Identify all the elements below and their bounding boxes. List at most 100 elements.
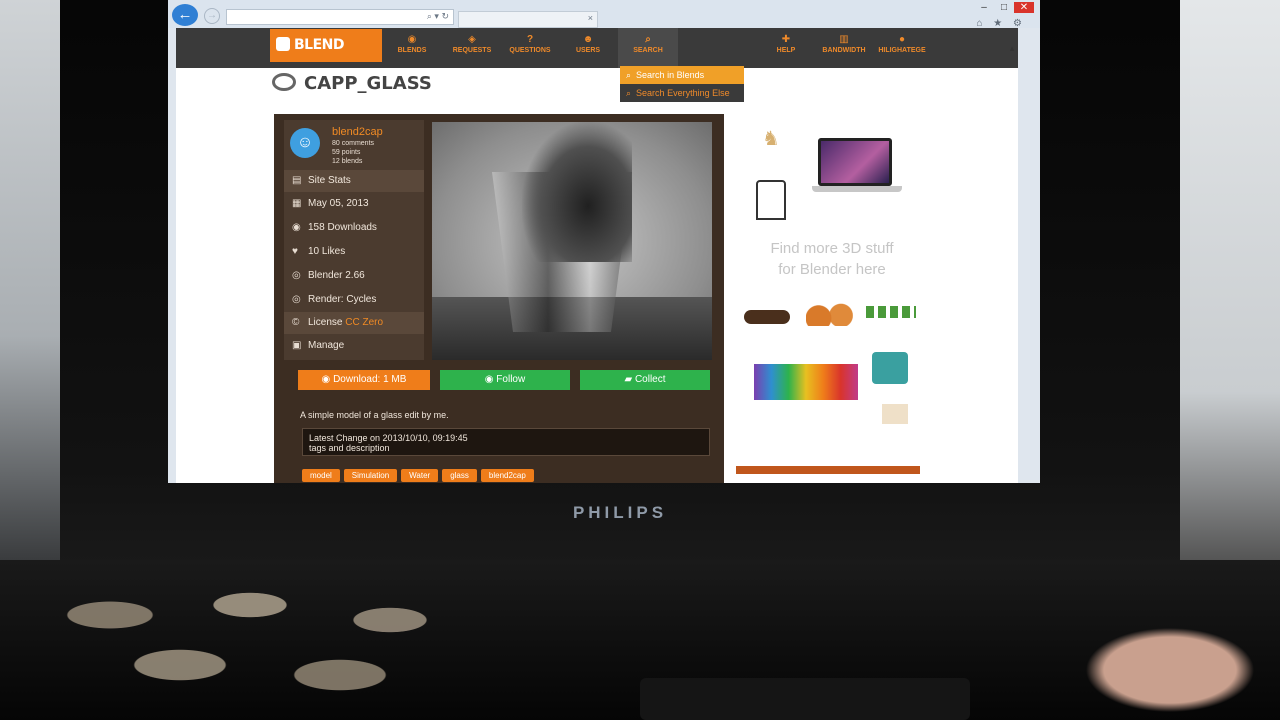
minimize-button[interactable]: –: [974, 2, 994, 13]
ad-shoes-model: [744, 310, 790, 324]
author-comments: 80 comments: [332, 140, 375, 147]
screen: ← → ⌕ ▾ ↻ × – □ ✕ ⌂ ★ ⚙ BLEND SWAP ◉ BLENDS…: [168, 0, 1040, 483]
cc-icon: ©: [292, 317, 300, 328]
ad-jar-model: [872, 352, 908, 384]
collect-button[interactable]: ▰ Collect: [580, 370, 710, 390]
avatar[interactable]: ☺: [290, 128, 320, 158]
stats-icon: ▤: [292, 175, 302, 186]
site-navbar: BLEND SWAP ◉ BLENDS ◈ REQUESTS ? QUESTIONS …: [176, 28, 1018, 86]
tag-glass[interactable]: glass: [442, 469, 477, 482]
site-logo[interactable]: BLEND SWAP: [270, 29, 382, 86]
nav-search[interactable]: ⌕ SEARCH: [618, 28, 678, 68]
window-close-button[interactable]: ✕: [1014, 2, 1034, 13]
blend-preview-image[interactable]: [432, 122, 712, 360]
ad-bottom-strip: [736, 466, 920, 474]
monitor-brand: PHILIPS: [572, 503, 668, 522]
nav-bandwidth[interactable]: ▥ BANDWIDTH: [814, 34, 874, 54]
maximize-button[interactable]: □: [994, 2, 1014, 13]
tag-list: model Simulation Water glass blend2cap: [302, 465, 712, 483]
folder-icon: ▰: [624, 374, 635, 385]
blender-icon: ◎: [292, 294, 301, 305]
tag-model[interactable]: model: [302, 469, 340, 482]
latest-change-box: Latest Change on 2013/10/10, 09:19:45 ta…: [302, 428, 710, 456]
download-count: ◉ 158 Downloads: [284, 217, 424, 239]
manage-link[interactable]: ▣ Manage: [284, 335, 424, 357]
window-controls: – □ ✕: [974, 2, 1034, 13]
blender-logo-icon: [272, 73, 296, 91]
tag-simulation[interactable]: Simulation: [343, 469, 398, 482]
search-icon: ⌕: [626, 88, 632, 98]
desk-mat: [20, 575, 480, 710]
search-dropdown: ⌕ Search in Blends ⌕ Search Everything Els…: [620, 66, 744, 102]
ad-laptop-base: [812, 186, 902, 192]
nav-requests[interactable]: ◈ REQUESTS: [442, 34, 502, 54]
address-bar[interactable]: ⌕ ▾ ↻: [226, 9, 454, 25]
bar-chart-icon: ▥: [839, 34, 849, 45]
lifebuoy-icon: ✚: [781, 34, 791, 45]
nav-users[interactable]: ☻ USERS: [558, 34, 618, 54]
latest-change-date: Latest Change on 2013/10/10, 09:19:45: [309, 433, 468, 443]
eye-icon: ◉: [292, 222, 301, 233]
keyboard: [640, 678, 970, 720]
advertisement-banner[interactable]: ♞ Find more 3D stuff for Blender here: [736, 114, 936, 474]
scroll-up-arrow[interactable]: ▲: [1008, 44, 1016, 53]
render-engine: ◎ Render: Cycles: [284, 289, 424, 311]
close-icon[interactable]: ×: [588, 13, 593, 23]
ad-dinosaur-model: ♞: [762, 128, 780, 150]
heart-icon: ♥: [292, 246, 298, 257]
background-wall-right: [1170, 0, 1280, 560]
search-icon: ⌕: [626, 70, 632, 80]
image-water-splash: [522, 122, 632, 262]
address-bar-icons[interactable]: ⌕ ▾ ↻: [427, 11, 449, 22]
eye-icon: ◉: [484, 374, 497, 385]
nav-blends[interactable]: ◉ BLENDS: [382, 34, 442, 54]
download-button[interactable]: ◉ Download: 1 MB: [298, 370, 430, 390]
hand: [1050, 600, 1280, 720]
license-link[interactable]: © License CC Zero: [284, 312, 424, 334]
blender-icon: ◉: [407, 34, 417, 45]
search-in-blends-option[interactable]: ⌕ Search in Blends: [620, 66, 744, 84]
search-icon: ⌕: [645, 34, 651, 45]
search-everything-else-option[interactable]: ⌕ Search Everything Else: [620, 84, 744, 102]
calendar-icon: ▦: [292, 198, 302, 209]
blend-info-sidebar: ☺ blend2cap 80 comments 59 points 12 ble…: [284, 120, 424, 360]
grid-icon: ▣: [292, 340, 302, 351]
users-icon: ☻: [582, 34, 594, 45]
site-stats-link[interactable]: ▤ Site Stats: [284, 170, 424, 192]
blender-icon: ◎: [292, 270, 301, 281]
page-title: CAPP_GLASS: [272, 73, 432, 94]
author-box: ☺ blend2cap 80 comments 59 points 12 ble…: [284, 120, 424, 170]
author-blends: 12 blends: [332, 158, 363, 165]
back-button[interactable]: ←: [172, 4, 198, 26]
blender-version: ◎ Blender 2.66: [284, 265, 424, 287]
latest-change-note: tags and description: [309, 443, 390, 453]
author-name[interactable]: blend2cap: [332, 126, 383, 138]
ad-books-model: [754, 364, 858, 400]
forward-button[interactable]: →: [204, 8, 220, 24]
question-icon: ?: [526, 34, 534, 45]
blend-description: A simple model of a glass edit by me.: [300, 410, 449, 420]
likes-count: ♥ 10 Likes: [284, 241, 424, 263]
ad-plants-model: [866, 306, 916, 318]
follow-button[interactable]: ◉ Follow: [440, 370, 570, 390]
tag-icon: ◈: [468, 34, 476, 45]
tag-water[interactable]: Water: [401, 469, 439, 482]
ad-text: Find more 3D stuff for Blender here: [770, 240, 894, 278]
license-value[interactable]: CC Zero: [345, 317, 383, 328]
user-icon: ●: [898, 34, 906, 45]
browser-toolbar: ← → ⌕ ▾ ↻ × – □ ✕ ⌂ ★ ⚙: [168, 0, 1040, 29]
browser-tab[interactable]: ×: [458, 11, 598, 28]
upload-date: ▦ May 05, 2013: [284, 193, 424, 215]
ad-box-model: [882, 404, 908, 424]
ad-vases-model: [806, 300, 856, 326]
ad-laptop-model: [818, 138, 892, 186]
ad-chair-model: [756, 180, 786, 220]
web-page: BLEND SWAP ◉ BLENDS ◈ REQUESTS ? QUESTIONS …: [176, 28, 1018, 483]
nav-questions[interactable]: ? QUESTIONS: [500, 34, 560, 54]
nav-user[interactable]: ● HILIGHATEGE: [872, 34, 932, 54]
eye-icon: ◉: [321, 374, 334, 385]
author-points: 59 points: [332, 149, 361, 156]
blend-details-panel: ☺ blend2cap 80 comments 59 points 12 ble…: [274, 114, 724, 483]
nav-help[interactable]: ✚ HELP: [756, 34, 816, 54]
tag-blend2cap[interactable]: blend2cap: [480, 469, 534, 482]
